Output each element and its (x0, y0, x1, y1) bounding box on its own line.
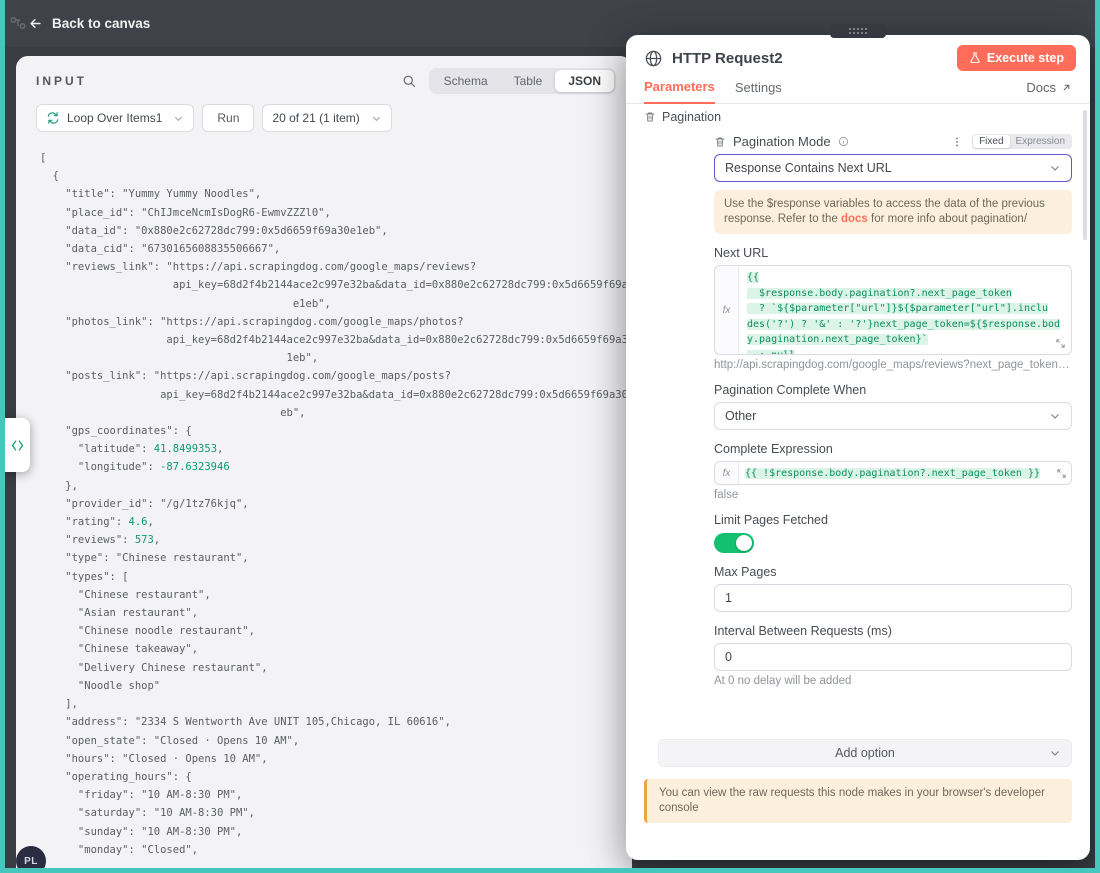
add-option-label: Add option (835, 746, 895, 760)
open-expression-editor-icon[interactable] (1053, 336, 1068, 351)
execute-step-button[interactable]: Execute step (957, 45, 1076, 71)
pagination-complete-label: Pagination Complete When (714, 383, 1072, 397)
search-icon[interactable] (402, 74, 417, 89)
limit-pages-label: Limit Pages Fetched (714, 513, 1072, 527)
info-icon[interactable] (838, 136, 849, 147)
input-panel-title: INPUT (36, 74, 87, 88)
drag-dots-icon (848, 27, 868, 35)
pagination-fields: Pagination Mode Fixed Expression (714, 134, 1072, 687)
view-mode-tabs: Schema Table JSON (429, 68, 616, 94)
complete-expression-hint: false (714, 489, 1072, 501)
frame-edge-right (1095, 0, 1100, 873)
input-source-value: Loop Over Items1 (67, 111, 162, 125)
external-link-icon (1061, 82, 1072, 93)
add-option-button[interactable]: Add option (658, 739, 1072, 767)
interval-label: Interval Between Requests (ms) (714, 624, 1072, 638)
pagination-mode-value: Response Contains Next URL (725, 161, 892, 175)
globe-icon (644, 49, 663, 68)
frame-edge-left (0, 0, 5, 873)
next-url-expression-code[interactable]: {{ $response.body.pagination?.next_page_… (739, 266, 1068, 354)
complete-expression-code[interactable]: {{ !$response.body.pagination?.next_page… (739, 468, 1056, 479)
pagination-complete-value: Other (725, 409, 756, 423)
app-stage: Back to canvas INPUT Schema Table JSON L… (0, 0, 1100, 873)
docs-label: Docs (1026, 80, 1056, 95)
raw-requests-callout: You can view the raw requests this node … (644, 779, 1072, 823)
tab-parameters[interactable]: Parameters (644, 79, 715, 104)
docs-link[interactable]: Docs (1026, 80, 1072, 103)
chevron-down-icon (1049, 162, 1061, 174)
pagination-notice: Use the $response variables to access th… (714, 190, 1072, 234)
max-pages-label: Max Pages (714, 565, 1072, 579)
input-panel-header: INPUT Schema Table JSON (16, 56, 632, 94)
pagination-complete-select[interactable]: Other (714, 402, 1072, 430)
limit-pages-toggle[interactable] (714, 533, 754, 553)
chevron-down-icon (1049, 410, 1061, 422)
input-source-select[interactable]: Loop Over Items1 (36, 104, 194, 132)
loop-node-icon (46, 111, 60, 125)
back-to-canvas-link[interactable]: Back to canvas (52, 16, 150, 31)
kebab-menu-icon[interactable] (951, 136, 963, 148)
node-parameters-body: Pagination Pagination Mode (626, 104, 1090, 860)
next-url-label: Next URL (714, 246, 1072, 260)
trash-icon[interactable] (714, 136, 726, 148)
fx-badge: fx (715, 266, 739, 354)
scrollbar[interactable] (1083, 110, 1087, 240)
fixed-expression-toggle: Fixed Expression (972, 134, 1072, 149)
node-header: HTTP Request2 Execute step (626, 35, 1090, 71)
interval-input[interactable] (714, 643, 1072, 671)
run-button[interactable]: Run (202, 104, 254, 132)
frame-edge-bottom (0, 868, 1100, 873)
panel-drag-handle[interactable] (830, 24, 886, 38)
back-arrow-icon[interactable] (28, 16, 43, 31)
execute-step-label: Execute step (987, 51, 1064, 65)
toggle-knob (736, 535, 752, 551)
max-pages-input[interactable] (714, 584, 1072, 612)
json-output-view: [ { "title": "Yummy Yummy Noodles", "pla… (16, 132, 632, 873)
complete-expression-label: Complete Expression (714, 442, 1072, 456)
tab-json[interactable]: JSON (555, 70, 614, 92)
node-settings-panel: HTTP Request2 Execute step Parameters Se… (626, 35, 1090, 860)
pagination-mode-row: Pagination Mode Fixed Expression (714, 134, 1072, 149)
tab-schema[interactable]: Schema (431, 70, 501, 92)
node-title: HTTP Request2 (672, 50, 783, 67)
docs-inline-link[interactable]: docs (841, 213, 868, 225)
input-panel-controls: Loop Over Items1 Run 20 of 21 (1 item) (16, 94, 632, 132)
items-range-select[interactable]: 20 of 21 (1 item) (262, 104, 391, 132)
fx-badge: fx (715, 462, 739, 484)
expand-arrows-icon (10, 438, 25, 453)
items-range-value: 20 of 21 (1 item) (272, 111, 359, 125)
notice-text-after: for more info about pagination/ (868, 213, 1027, 225)
interval-hint: At 0 no delay will be added (714, 675, 1072, 687)
chevron-down-icon (371, 113, 382, 124)
tab-settings[interactable]: Settings (735, 80, 782, 103)
node-tabs: Parameters Settings Docs (626, 79, 1090, 104)
pagination-section-header: Pagination (644, 110, 1072, 124)
toggle-fixed[interactable]: Fixed (973, 135, 1009, 148)
collapsed-panel-tab[interactable] (5, 418, 30, 472)
input-panel: INPUT Schema Table JSON Loop Over Items1 (16, 56, 632, 873)
chevron-down-icon (1049, 747, 1061, 759)
trash-icon[interactable] (644, 111, 656, 123)
pagination-section-label: Pagination (662, 110, 721, 124)
app-logo-icon (9, 14, 27, 32)
pagination-mode-select[interactable]: Response Contains Next URL (714, 154, 1072, 182)
next-url-hint: http://api.scrapingdog.com/google_maps/r… (714, 359, 1072, 371)
pagination-mode-label: Pagination Mode (733, 134, 831, 149)
complete-expression-input[interactable]: fx {{ !$response.body.pagination?.next_p… (714, 461, 1072, 485)
complete-expression-value: {{ !$response.body.pagination?.next_page… (745, 468, 1040, 479)
chevron-down-icon (173, 113, 184, 124)
next-url-expression-editor[interactable]: fx {{ $response.body.pagination?.next_pa… (714, 265, 1072, 355)
toggle-expression[interactable]: Expression (1010, 135, 1071, 148)
flask-icon (969, 52, 981, 64)
open-expression-editor-icon[interactable] (1056, 468, 1067, 479)
tab-table[interactable]: Table (501, 70, 556, 92)
